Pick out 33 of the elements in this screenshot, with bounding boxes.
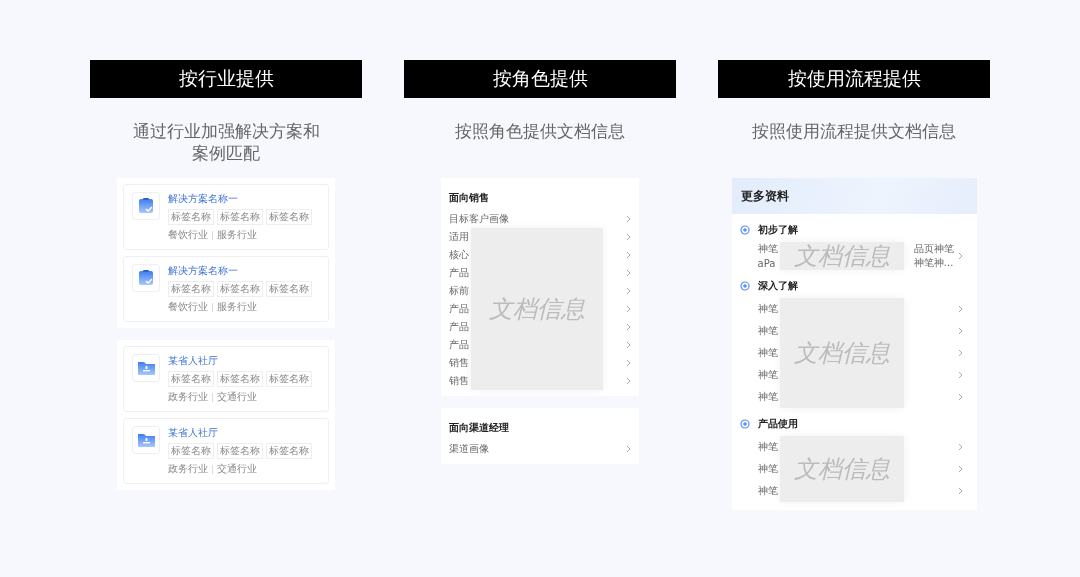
tag: 标签名称 — [217, 443, 263, 459]
tag: 标签名称 — [168, 443, 214, 459]
section-title: 深入了解 — [757, 279, 798, 293]
column-subtitle: 通过行业加强解决方案和 — [132, 120, 320, 142]
tag: 标签名称 — [266, 209, 312, 225]
industry-label: 交通行业 — [217, 462, 257, 476]
tag: 标签名称 — [217, 281, 263, 297]
tag: 标签名称 — [168, 371, 214, 387]
industry-label: 政务行业 — [168, 462, 208, 476]
industry-label: 餐饮行业 — [168, 228, 208, 242]
section-title: 面向销售 — [449, 191, 490, 205]
column-subtitle: 按照角色提供文档信息 — [455, 120, 625, 142]
tag: 标签名称 — [168, 281, 214, 297]
panel-title: 更多资料 — [731, 178, 977, 214]
industry-label: 交通行业 — [217, 390, 257, 404]
tag: 标签名称 — [168, 209, 214, 225]
column-subtitle: 按照使用流程提供文档信息 — [752, 120, 956, 142]
industry-label: 政务行业 — [168, 390, 208, 404]
industry-label: 服务行业 — [217, 300, 257, 314]
section-title: 产品使用 — [757, 417, 798, 431]
tag: 标签名称 — [217, 371, 263, 387]
tag: 标签名称 — [266, 281, 312, 297]
tag: 标签名称 — [266, 443, 312, 459]
column-header: 按角色提供 — [404, 60, 676, 98]
column-subtitle: 案例匹配 — [192, 142, 260, 164]
column-header: 按使用流程提供 — [718, 60, 990, 98]
tag: 标签名称 — [266, 371, 312, 387]
industry-label: 餐饮行业 — [168, 300, 208, 314]
section-title: 初步了解 — [757, 223, 798, 237]
tag: 标签名称 — [217, 209, 263, 225]
section-title: 面向渠道经理 — [449, 421, 510, 435]
column-header: 按行业提供 — [90, 60, 362, 98]
industry-label: 服务行业 — [217, 228, 257, 242]
